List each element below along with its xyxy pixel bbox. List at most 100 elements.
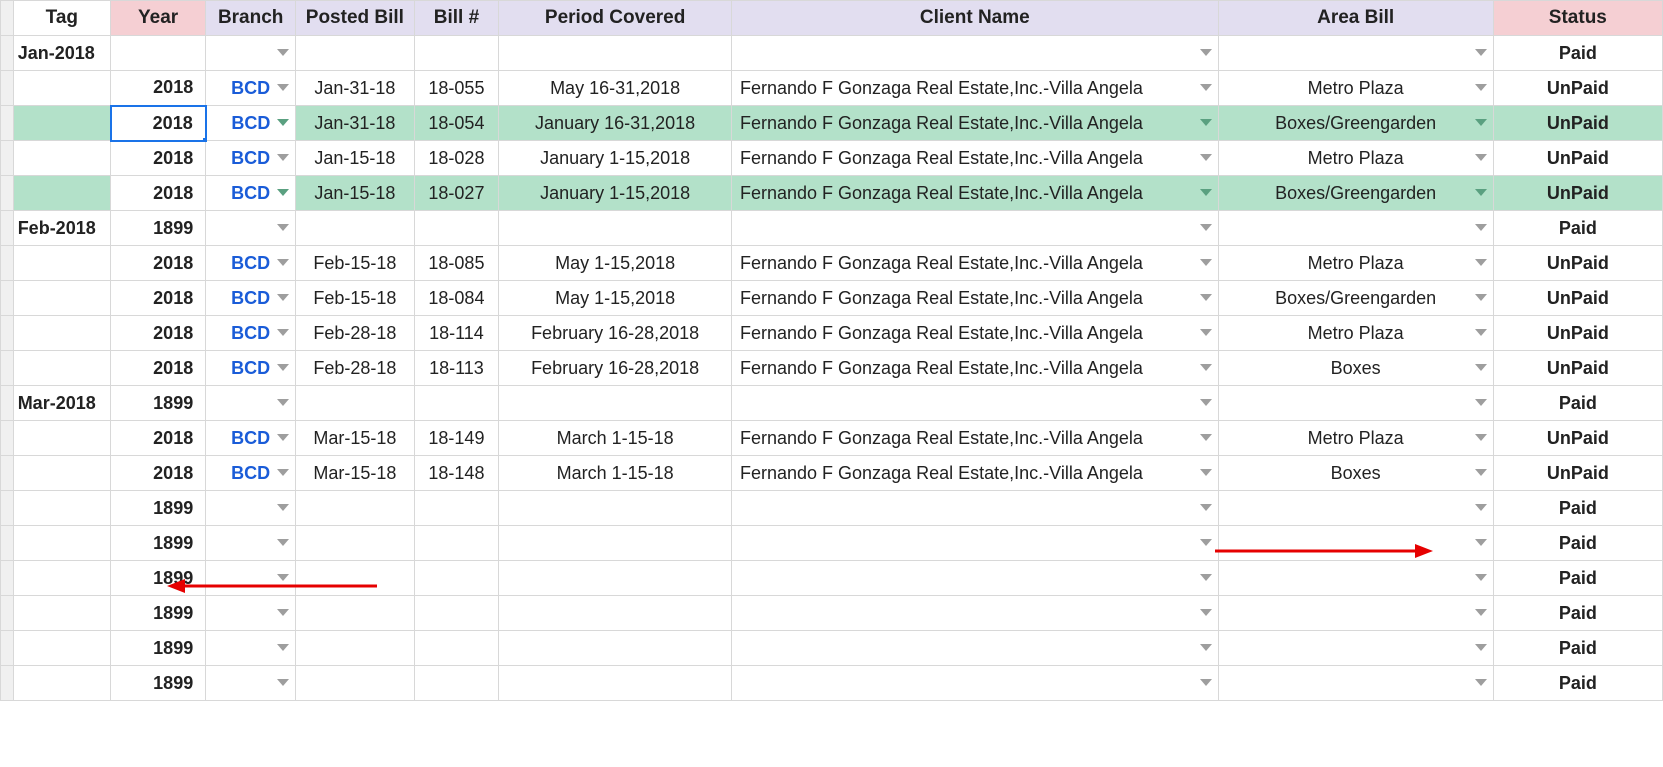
cell-posted[interactable]: Jan-15-18 (296, 176, 414, 211)
dropdown-icon[interactable] (277, 259, 289, 267)
row-gutter[interactable] (1, 36, 14, 71)
cell-year[interactable]: 1899 (111, 631, 206, 666)
row-gutter[interactable] (1, 316, 14, 351)
dropdown-icon[interactable] (1475, 399, 1487, 407)
cell-period[interactable] (499, 666, 732, 701)
dropdown-icon[interactable] (1200, 119, 1212, 127)
cell-billn[interactable]: 18-055 (414, 71, 499, 106)
header-year[interactable]: Year (111, 1, 206, 36)
cell-area[interactable]: Metro Plaza (1218, 246, 1493, 281)
header-posted[interactable]: Posted Bill (296, 1, 414, 36)
cell-year[interactable]: 1899 (111, 211, 206, 246)
cell-tag[interactable] (13, 281, 110, 316)
cell-billn[interactable]: 18-027 (414, 176, 499, 211)
dropdown-icon[interactable] (1200, 294, 1212, 302)
dropdown-icon[interactable] (277, 84, 289, 92)
dropdown-icon[interactable] (277, 189, 289, 197)
cell-billn[interactable] (414, 631, 499, 666)
cell-year[interactable]: 2018 (111, 246, 206, 281)
cell-status[interactable]: UnPaid (1493, 351, 1662, 386)
row-gutter[interactable] (1, 281, 14, 316)
cell-period[interactable] (499, 211, 732, 246)
cell-branch[interactable]: BCD (206, 351, 296, 386)
cell-period[interactable]: February 16-28,2018 (499, 316, 732, 351)
cell-tag[interactable] (13, 246, 110, 281)
dropdown-icon[interactable] (1200, 49, 1212, 57)
header-branch[interactable]: Branch (206, 1, 296, 36)
cell-area[interactable] (1218, 211, 1493, 246)
row-gutter[interactable] (1, 526, 14, 561)
row-gutter[interactable] (1, 351, 14, 386)
cell-year[interactable]: 1899 (111, 561, 206, 596)
dropdown-icon[interactable] (1475, 329, 1487, 337)
cell-year[interactable]: 1899 (111, 526, 206, 561)
cell-area[interactable]: Metro Plaza (1218, 316, 1493, 351)
cell-branch[interactable] (206, 666, 296, 701)
cell-billn[interactable]: 18-085 (414, 246, 499, 281)
cell-posted[interactable]: Mar-15-18 (296, 421, 414, 456)
cell-client[interactable] (731, 491, 1218, 526)
cell-period[interactable]: January 16-31,2018 (499, 106, 732, 141)
cell-branch[interactable] (206, 211, 296, 246)
cell-client[interactable] (731, 561, 1218, 596)
cell-posted[interactable]: Jan-31-18 (296, 71, 414, 106)
dropdown-icon[interactable] (1475, 49, 1487, 57)
cell-area[interactable] (1218, 596, 1493, 631)
cell-period[interactable]: May 16-31,2018 (499, 71, 732, 106)
cell-status[interactable]: UnPaid (1493, 176, 1662, 211)
dropdown-icon[interactable] (277, 154, 289, 162)
dropdown-icon[interactable] (1475, 679, 1487, 687)
cell-billn[interactable]: 18-028 (414, 141, 499, 176)
cell-billn[interactable] (414, 666, 499, 701)
dropdown-icon[interactable] (1200, 329, 1212, 337)
cell-branch[interactable] (206, 596, 296, 631)
cell-posted[interactable]: Feb-15-18 (296, 246, 414, 281)
cell-status[interactable]: UnPaid (1493, 421, 1662, 456)
cell-client[interactable]: Fernando F Gonzaga Real Estate,Inc.-Vill… (731, 351, 1218, 386)
cell-period[interactable]: May 1-15,2018 (499, 246, 732, 281)
dropdown-icon[interactable] (1200, 609, 1212, 617)
cell-area[interactable]: Metro Plaza (1218, 141, 1493, 176)
row-gutter[interactable] (1, 176, 14, 211)
cell-client[interactable] (731, 526, 1218, 561)
row-gutter[interactable] (1, 596, 14, 631)
dropdown-icon[interactable] (277, 294, 289, 302)
cell-client[interactable] (731, 36, 1218, 71)
cell-billn[interactable]: 18-054 (414, 106, 499, 141)
dropdown-icon[interactable] (277, 399, 289, 407)
row-gutter[interactable] (1, 71, 14, 106)
cell-billn[interactable]: 18-114 (414, 316, 499, 351)
cell-branch[interactable] (206, 386, 296, 421)
cell-status[interactable]: Paid (1493, 631, 1662, 666)
cell-area[interactable]: Metro Plaza (1218, 71, 1493, 106)
cell-tag[interactable] (13, 351, 110, 386)
cell-area[interactable]: Boxes (1218, 456, 1493, 491)
dropdown-icon[interactable] (277, 539, 289, 547)
header-client[interactable]: Client Name (731, 1, 1218, 36)
dropdown-icon[interactable] (1475, 154, 1487, 162)
dropdown-icon[interactable] (277, 49, 289, 57)
cell-period[interactable]: January 1-15,2018 (499, 176, 732, 211)
cell-period[interactable]: January 1-15,2018 (499, 141, 732, 176)
cell-branch[interactable]: BCD (206, 421, 296, 456)
dropdown-icon[interactable] (277, 119, 289, 127)
cell-billn[interactable] (414, 211, 499, 246)
cell-branch[interactable] (206, 631, 296, 666)
cell-tag[interactable]: Jan-2018 (13, 36, 110, 71)
cell-status[interactable]: UnPaid (1493, 71, 1662, 106)
cell-period[interactable] (499, 596, 732, 631)
cell-tag[interactable] (13, 561, 110, 596)
dropdown-icon[interactable] (1475, 434, 1487, 442)
cell-client[interactable] (731, 596, 1218, 631)
cell-client[interactable]: Fernando F Gonzaga Real Estate,Inc.-Vill… (731, 106, 1218, 141)
dropdown-icon[interactable] (277, 224, 289, 232)
cell-period[interactable] (499, 386, 732, 421)
cell-area[interactable] (1218, 491, 1493, 526)
cell-billn[interactable] (414, 36, 499, 71)
row-gutter[interactable] (1, 246, 14, 281)
cell-year[interactable]: 2018 (111, 106, 206, 141)
cell-client[interactable]: Fernando F Gonzaga Real Estate,Inc.-Vill… (731, 456, 1218, 491)
cell-client[interactable] (731, 631, 1218, 666)
cell-year[interactable]: 2018 (111, 421, 206, 456)
dropdown-icon[interactable] (1475, 644, 1487, 652)
